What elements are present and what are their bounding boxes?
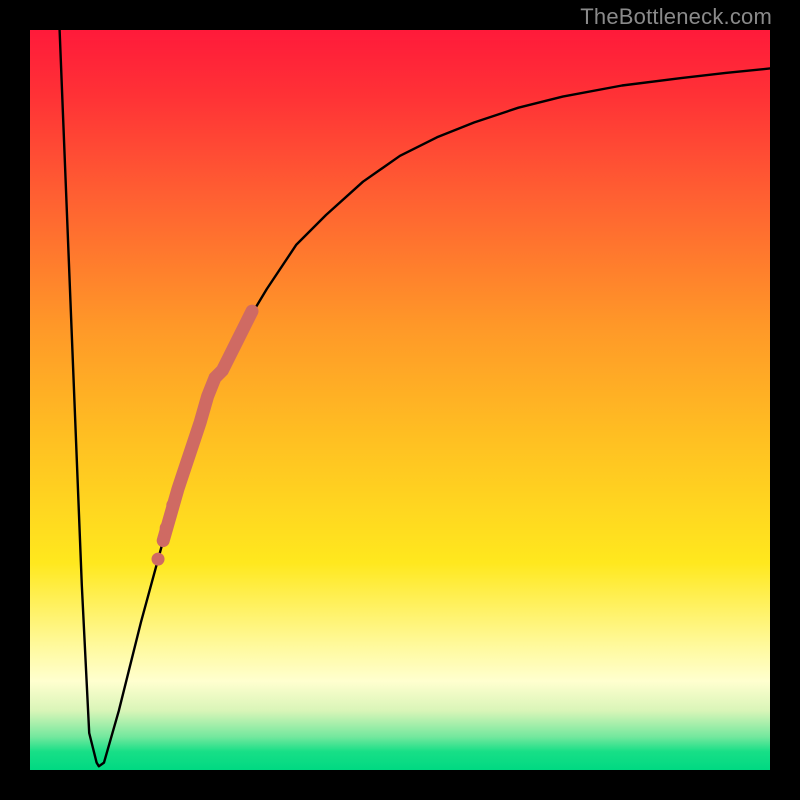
chart-frame: TheBottleneck.com bbox=[0, 0, 800, 800]
highlight-marker bbox=[152, 553, 165, 566]
watermark-text: TheBottleneck.com bbox=[580, 4, 772, 30]
bottleneck-curve bbox=[60, 30, 770, 766]
highlighted-markers bbox=[152, 499, 180, 566]
curve-layer bbox=[30, 30, 770, 770]
plot-area bbox=[30, 30, 770, 770]
highlight-marker bbox=[160, 522, 173, 535]
highlight-marker bbox=[166, 499, 179, 512]
